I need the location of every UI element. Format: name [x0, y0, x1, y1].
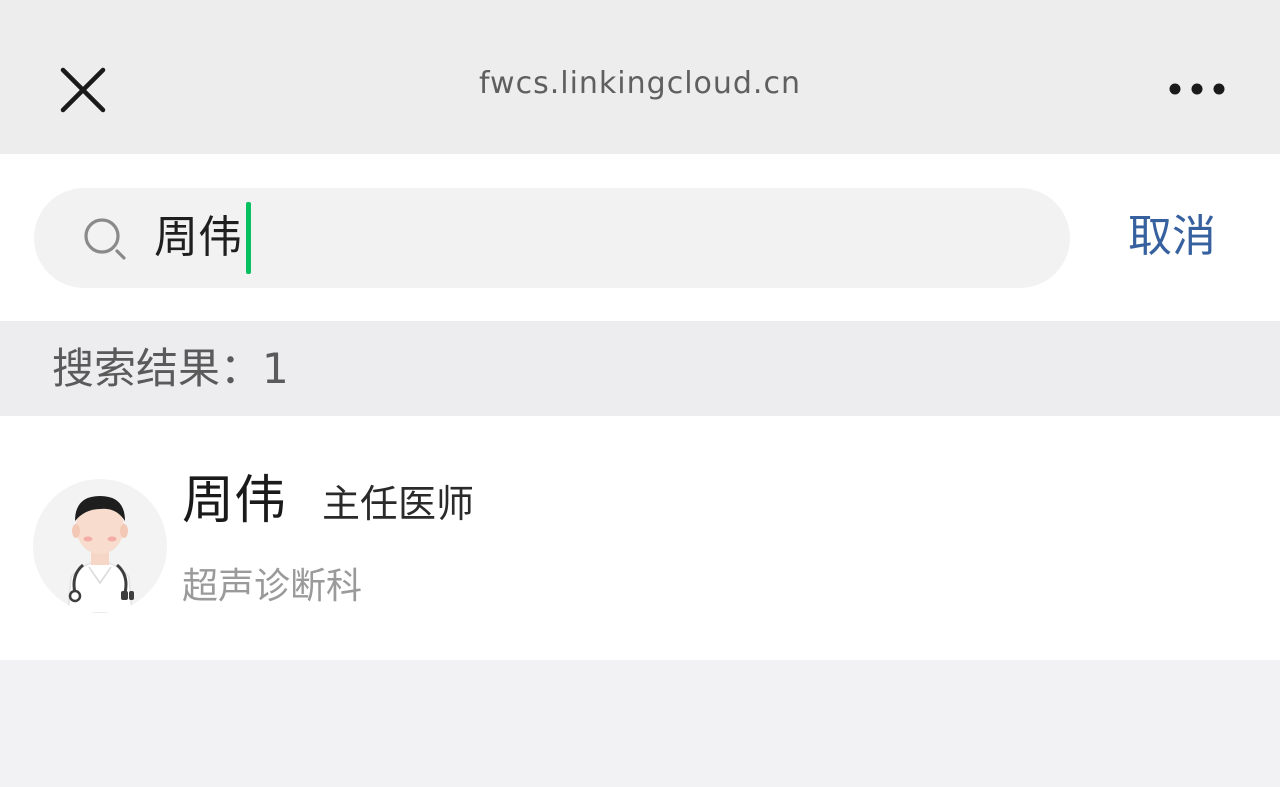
top-bar: fwcs.linkingcloud.cn	[0, 0, 1280, 154]
doctor-name: 周伟	[182, 471, 287, 531]
result-item[interactable]: 周伟 主任医师 超声诊断科	[0, 416, 1280, 660]
search-input-box[interactable]: 周伟	[34, 188, 1070, 288]
more-icon	[1169, 83, 1225, 95]
search-input[interactable]: 周伟	[154, 206, 242, 270]
doctor-title: 主任医师	[322, 482, 475, 526]
cancel-button[interactable]: 取消	[1128, 202, 1216, 272]
search-bar: 周伟 取消	[0, 154, 1280, 321]
search-icon	[84, 218, 126, 260]
avatar	[33, 479, 167, 613]
results-count-label: 搜索结果：1	[52, 344, 289, 393]
more-button[interactable]	[1166, 76, 1228, 102]
text-caret	[246, 202, 251, 274]
doctor-avatar-icon	[67, 496, 134, 613]
page-url: fwcs.linkingcloud.cn	[479, 66, 801, 101]
results-header: 搜索结果：1	[0, 321, 1280, 416]
doctor-department: 超声诊断科	[182, 566, 363, 607]
